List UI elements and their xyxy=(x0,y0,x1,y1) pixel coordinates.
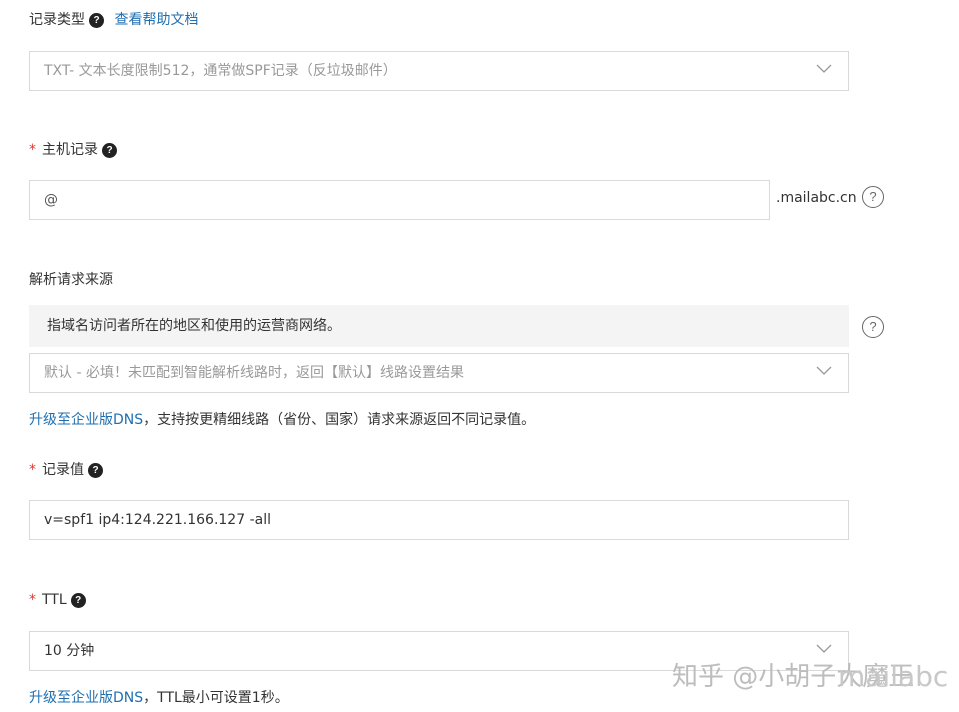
required-mark: * xyxy=(29,462,36,478)
upgrade-dns-link[interactable]: 升级至企业版DNS xyxy=(29,690,143,706)
record-type-select[interactable]: TXT- 文本长度限制512，通常做SPF记录（反垃圾邮件） xyxy=(29,51,849,91)
help-icon[interactable]: ? xyxy=(102,142,117,158)
help-icon[interactable]: ? xyxy=(89,12,104,28)
ttl-label-row: * TTL? xyxy=(29,590,86,610)
domain-suffix: .mailabc.cn xyxy=(776,190,857,206)
resolve-source-label: 解析请求来源 xyxy=(29,272,113,288)
host-record-input[interactable]: @ xyxy=(29,180,770,220)
record-value-label: 记录值 xyxy=(42,462,84,478)
help-doc-link[interactable]: 查看帮助文档 xyxy=(114,12,198,28)
resolve-source-value: 默认 - 必填！未匹配到智能解析线路时，返回【默认】线路设置结果 xyxy=(44,365,464,381)
help-icon[interactable]: ? xyxy=(70,592,86,608)
chevron-down-icon xyxy=(816,644,832,653)
help-icon[interactable]: ? xyxy=(88,462,103,478)
record-type-label: 记录类型 xyxy=(29,12,85,28)
record-value-label-row: * 记录值? xyxy=(29,460,103,480)
resolve-source-upgrade: 升级至企业版DNS，支持按更精细线路（省份、国家）请求来源返回不同记录值。 xyxy=(29,409,535,429)
record-type-value: TXT- 文本长度限制512，通常做SPF记录（反垃圾邮件） xyxy=(44,63,397,79)
watermark-tail: mailabc xyxy=(838,660,949,693)
ttl-value: 10 分钟 xyxy=(44,643,95,659)
chevron-down-icon xyxy=(816,64,832,73)
ttl-label: TTL xyxy=(42,592,67,608)
ttl-upgrade-description: ，TTL最小可设置1秒。 xyxy=(143,690,289,706)
resolve-source-select[interactable]: 默认 - 必填！未匹配到智能解析线路时，返回【默认】线路设置结果 xyxy=(29,353,849,393)
record-value-input[interactable]: v=spf1 ip4:124.221.166.127 -all xyxy=(29,500,849,540)
upgrade-dns-link[interactable]: 升级至企业版DNS xyxy=(29,412,143,428)
record-value-text: v=spf1 ip4:124.221.166.127 -all xyxy=(44,512,271,528)
question-circle-icon[interactable]: ? xyxy=(862,186,884,208)
required-mark: * xyxy=(29,142,36,158)
ttl-upgrade: 升级至企业版DNS，TTL最小可设置1秒。 xyxy=(29,687,289,707)
resolve-source-info: 指域名访问者所在的地区和使用的运营商网络。 xyxy=(29,305,849,347)
host-record-label-row: * 主机记录? xyxy=(29,140,117,160)
chevron-down-icon xyxy=(816,366,832,375)
question-circle-icon[interactable]: ? xyxy=(862,316,884,338)
upgrade-description: ，支持按更精细线路（省份、国家）请求来源返回不同记录值。 xyxy=(143,412,536,428)
host-record-value: @ xyxy=(44,192,58,208)
record-type-label-row: 记录类型? 查看帮助文档 xyxy=(29,10,198,30)
resolve-source-info-text: 指域名访问者所在的地区和使用的运营商网络。 xyxy=(47,318,341,334)
host-record-label: 主机记录 xyxy=(42,142,98,158)
required-mark: * xyxy=(29,592,36,608)
